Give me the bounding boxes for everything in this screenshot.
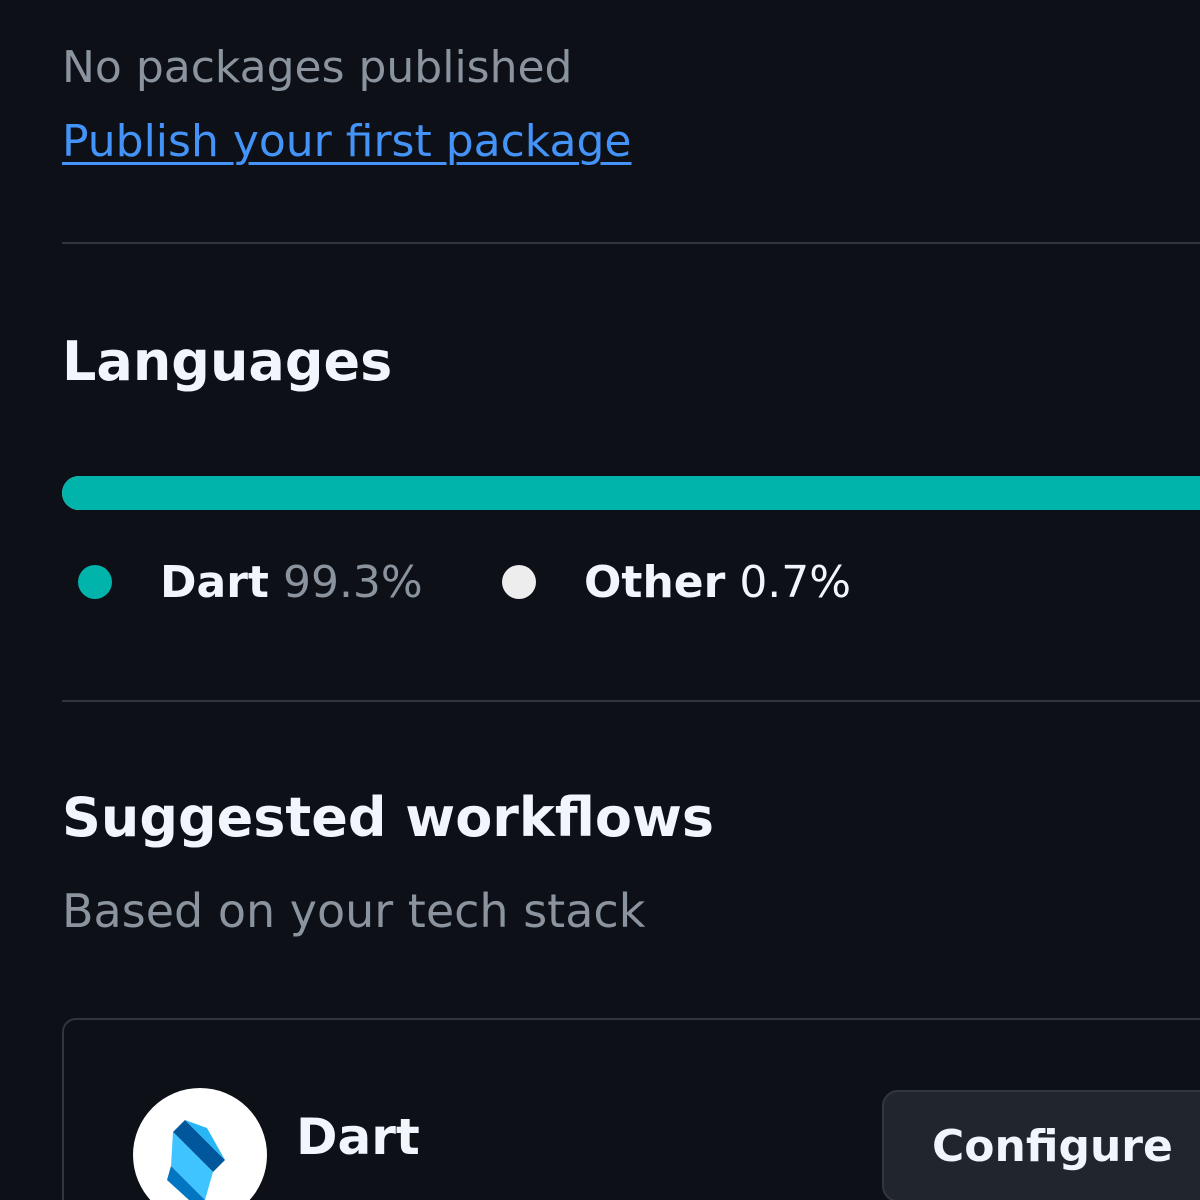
packages-empty-text: No packages published [62,42,573,93]
section-divider [62,700,1200,702]
workflow-name: Dart [296,1108,420,1166]
language-percent: 99.3% [282,556,423,608]
suggested-workflows-subtitle: Based on your tech stack [62,884,646,938]
repo-sidebar: No packages published Publish your first… [0,0,1200,1200]
language-name: Other [584,556,726,608]
language-name: Dart [160,556,269,608]
language-item-other: Other 0.7% [502,552,851,612]
suggested-workflows-title: Suggested workflows [62,786,714,849]
languages-title: Languages [62,330,393,393]
section-divider [62,242,1200,244]
language-item-dart[interactable]: Dart 99.3% [78,552,423,612]
language-bar [62,476,1200,510]
language-bar-dart-segment [62,476,1200,510]
publish-package-link[interactable]: Publish your first package [62,116,631,167]
dart-color-dot-icon [78,565,112,599]
other-color-dot-icon [502,565,536,599]
language-percent: 0.7% [739,556,852,608]
configure-button[interactable]: Configure [882,1090,1200,1200]
